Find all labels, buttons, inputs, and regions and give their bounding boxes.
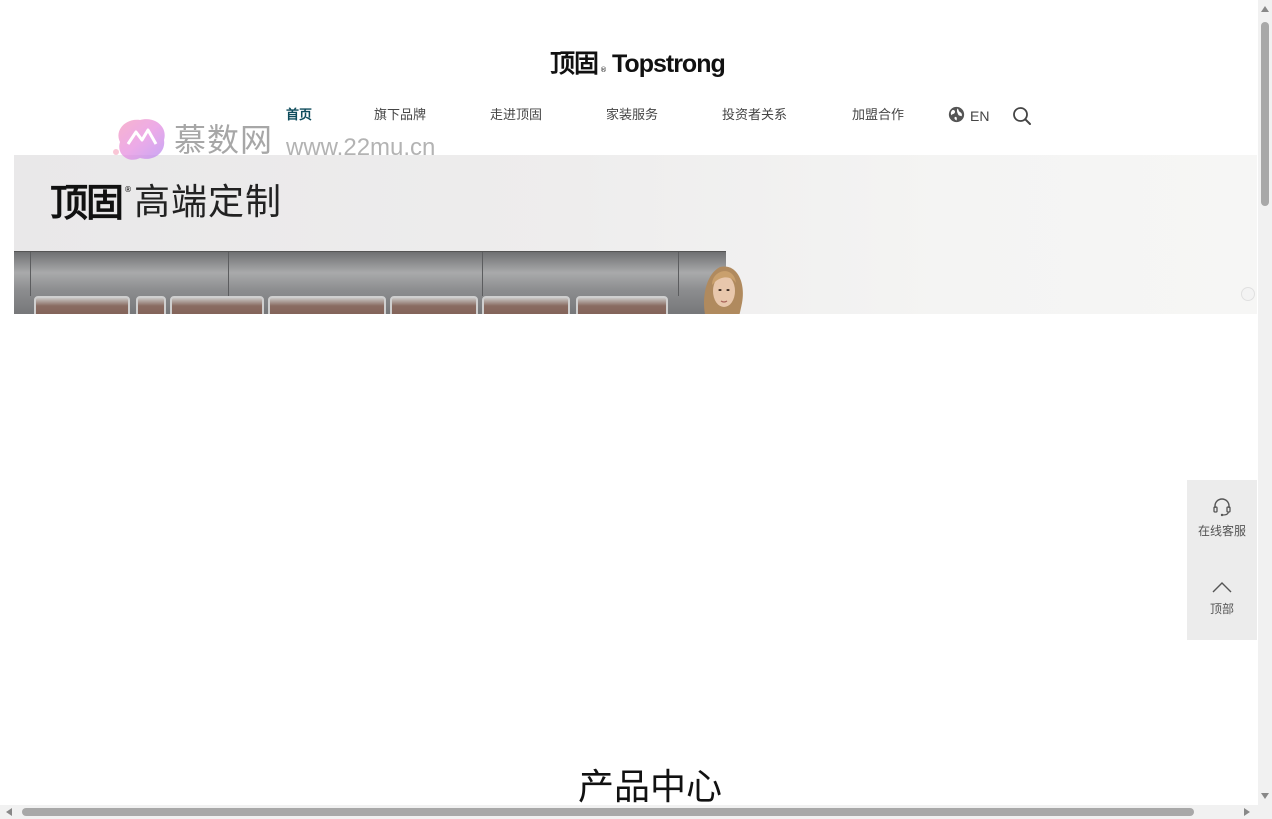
- cabinet-image: [14, 251, 726, 314]
- vertical-scrollbar[interactable]: [1258, 0, 1272, 805]
- nav-item-investors[interactable]: 投资者关系: [722, 104, 787, 128]
- banner-subtitle: 高端定制: [134, 182, 283, 223]
- banner-registered-mark: ®: [124, 185, 133, 194]
- hero-banner[interactable]: 顶固 ® 高端定制: [14, 155, 1257, 314]
- globe-icon: [948, 106, 965, 127]
- horizontal-scrollbar[interactable]: [0, 805, 1258, 819]
- scroll-right-arrow-icon[interactable]: [1244, 808, 1250, 816]
- chevron-up-icon: [1212, 582, 1232, 593]
- logo-english: Topstrong: [612, 50, 726, 78]
- back-to-top-label: 顶部: [1209, 602, 1234, 616]
- watermark-logo-icon: [113, 119, 165, 160]
- scroll-down-arrow-icon[interactable]: [1261, 793, 1269, 799]
- site-logo[interactable]: 顶固 ® Topstrong: [550, 44, 726, 78]
- search-icon: [1013, 107, 1031, 125]
- carousel-indicator[interactable]: [1241, 287, 1255, 301]
- model-photo: [704, 266, 743, 314]
- language-label: EN: [970, 108, 990, 124]
- scroll-up-arrow-icon[interactable]: [1261, 6, 1269, 12]
- nav-item-franchise[interactable]: 加盟合作: [852, 104, 904, 128]
- registered-mark: ®: [600, 66, 608, 74]
- online-service-label: 在线客服: [1197, 524, 1246, 538]
- nav-item-services[interactable]: 家装服务: [606, 104, 658, 128]
- nav-item-brands[interactable]: 旗下品牌: [374, 104, 426, 128]
- watermark-url: www.22mu.cn: [286, 134, 436, 161]
- nav-item-about[interactable]: 走进顶固: [490, 104, 542, 128]
- vertical-scroll-thumb[interactable]: [1261, 22, 1269, 206]
- language-switch[interactable]: EN: [948, 104, 989, 128]
- watermark: 慕数网 www.22mu.cn: [110, 112, 435, 164]
- floating-side-panel: 在线客服 顶部: [1187, 480, 1257, 640]
- search-button[interactable]: [1012, 106, 1032, 126]
- horizontal-scroll-thumb[interactable]: [22, 808, 1194, 816]
- headset-icon: [1213, 498, 1231, 517]
- scrollbar-corner: [1258, 805, 1272, 819]
- scroll-left-arrow-icon[interactable]: [6, 808, 12, 816]
- banner-title: 顶固 ® 高端定制: [50, 181, 282, 225]
- nav-item-home[interactable]: 首页: [286, 104, 312, 128]
- online-service-button[interactable]: 在线客服: [1187, 496, 1257, 576]
- watermark-name: 慕数网: [174, 121, 274, 159]
- back-to-top-button[interactable]: 顶部: [1187, 576, 1257, 656]
- banner-brand: 顶固: [50, 180, 124, 225]
- logo-chinese: 顶固: [550, 49, 599, 78]
